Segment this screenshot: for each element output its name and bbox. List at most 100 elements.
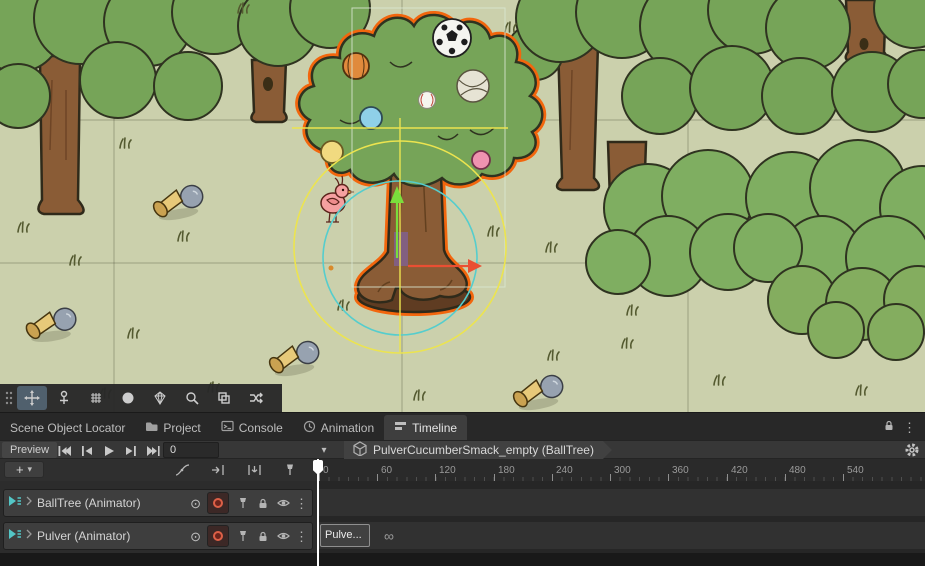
kebab-menu-icon[interactable]: ⋮ [295,497,308,510]
play-button[interactable] [98,443,119,458]
sphere-gizmo-tool-button[interactable] [113,386,143,410]
eye-icon[interactable] [275,528,291,544]
clock-icon [303,420,316,436]
current-frame-field[interactable]: 0 [163,442,219,458]
curves-view-button[interactable] [170,461,194,479]
chevron-down-icon: ▾ [28,462,33,477]
kebab-menu-icon[interactable]: ⋮ [295,530,308,543]
gear-icon[interactable] [904,442,920,458]
ruler-tick: 540 [843,474,844,481]
scene-canvas[interactable] [0,0,925,412]
track-lane-balltree[interactable] [318,489,925,517]
unity-editor-window: Scene Object Locator Project Console Ani… [0,0,925,566]
previous-frame-button[interactable] [76,443,97,458]
tab-animation[interactable]: Animation [293,415,384,440]
layers-tool-button[interactable] [209,386,239,410]
trunk-knot [263,77,273,91]
track-label: BallTree (Animator) [37,496,186,510]
object-picker-icon[interactable]: ⊙ [190,497,201,510]
playhead-line[interactable] [317,459,319,566]
tab-project[interactable]: Project [135,415,210,440]
soccer-ball[interactable] [433,19,471,57]
object-picker-icon[interactable]: ⊙ [190,530,201,543]
move-tool-button[interactable] [17,386,47,410]
timeline-playback-row: Preview 0 ▾ PulverCucumberSmack_empty (B… [0,440,925,459]
panel-tab-bar: Scene Object Locator Project Console Ani… [0,412,925,440]
gem-tool-button[interactable] [145,386,175,410]
record-button[interactable] [207,492,229,514]
timeline-tracks-area: BallTree (Animator) ⊙ ⋮ Pulve... ∞ Pulve… [0,481,925,566]
tabbar-end-controls: ⋮ [884,418,925,440]
tab-label: Project [163,421,200,435]
ruler-tick: 300 [610,474,611,481]
record-button[interactable] [207,525,229,547]
chevron-right-icon [26,494,33,512]
edit-mode-replace-button[interactable] [242,461,266,479]
kebab-menu-icon[interactable]: ⋮ [903,421,916,434]
trunk-knot [860,38,869,50]
track-row-balltree: BallTree (Animator) ⊙ ⋮ [0,489,925,517]
volleyball[interactable] [457,70,489,102]
lock-icon[interactable] [255,495,271,511]
track-header-balltree[interactable]: BallTree (Animator) ⊙ ⋮ [3,489,313,517]
baseball[interactable] [419,92,436,109]
timeline-ruler[interactable]: 0 60 120 180 240 300 360 420 480 540 [318,459,925,481]
ruler-tick: 480 [785,474,786,481]
go-to-start-button[interactable] [54,443,75,458]
tab-label: Animation [321,421,374,435]
timeline-toolbar-row: + ▾ 0 60 120 180 240 300 360 420 480 540 [0,459,925,481]
ruler-tick: 60 [377,474,378,481]
timeline-options-caret[interactable]: ▾ [316,441,332,459]
tab-console[interactable]: Console [211,415,293,440]
zoom-tool-button[interactable] [177,386,207,410]
track-lane-pulver[interactable]: Pulve... ∞ [318,522,925,550]
edit-mode-insert-button[interactable] [206,461,230,479]
ruler-tick: 120 [435,474,436,481]
timeline-breadcrumb[interactable]: PulverCucumberSmack_empty (BallTree) [344,441,612,459]
grid-snap-tool-button[interactable] [81,386,111,410]
folder-icon [145,420,158,435]
timeline-icon [394,420,407,435]
pin-icon[interactable] [235,528,251,544]
track-header-pulver[interactable]: Pulver (Animator) ⊙ ⋮ [3,522,313,550]
pink-ball[interactable] [472,151,490,169]
scene-toolbar-overlay [0,384,282,412]
ruler-tick: 0 [319,474,320,481]
tab-scene-object-locator[interactable]: Scene Object Locator [0,415,135,440]
eye-icon[interactable] [275,495,291,511]
ruler-tick: 240 [552,474,553,481]
pin-icon[interactable] [278,461,302,479]
blue-ball[interactable] [360,107,382,129]
pumpkin-ball[interactable] [343,53,369,79]
lock-icon[interactable] [884,418,894,436]
pivot-tool-button[interactable] [49,386,79,410]
ruler-tick: 420 [727,474,728,481]
breadcrumb-label: PulverCucumberSmack_empty (BallTree) [373,443,594,457]
toolbar-drag-handle-icon[interactable] [3,386,15,410]
animation-clip[interactable]: Pulve... [320,524,370,547]
animation-track-icon [8,494,22,512]
animation-track-icon [8,527,22,545]
track-label: Pulver (Animator) [37,529,186,543]
pin-icon[interactable] [235,495,251,511]
track-row-pulver: Pulve... ∞ Pulver (Animator) ⊙ ⋮ [0,522,925,550]
infinite-loop-icon: ∞ [384,525,394,547]
add-track-button[interactable]: + ▾ [4,461,44,478]
tab-label: Console [239,421,283,435]
lock-icon[interactable] [255,528,271,544]
tab-timeline[interactable]: Timeline [384,415,467,440]
pivot-dot [329,266,334,271]
go-to-end-button[interactable] [142,443,163,458]
tracks-bottom-strip [0,553,925,566]
cube-icon [353,441,367,459]
tab-label: Scene Object Locator [10,421,125,435]
ruler-tick: 180 [494,474,495,481]
scene-view[interactable] [0,0,925,412]
tab-label: Timeline [412,421,457,435]
preview-toggle-button[interactable]: Preview [2,442,57,458]
shuffle-tool-button[interactable] [241,386,271,410]
console-icon [221,420,234,435]
next-frame-button[interactable] [120,443,141,458]
ruler-tick: 360 [668,474,669,481]
chevron-right-icon [26,527,33,545]
